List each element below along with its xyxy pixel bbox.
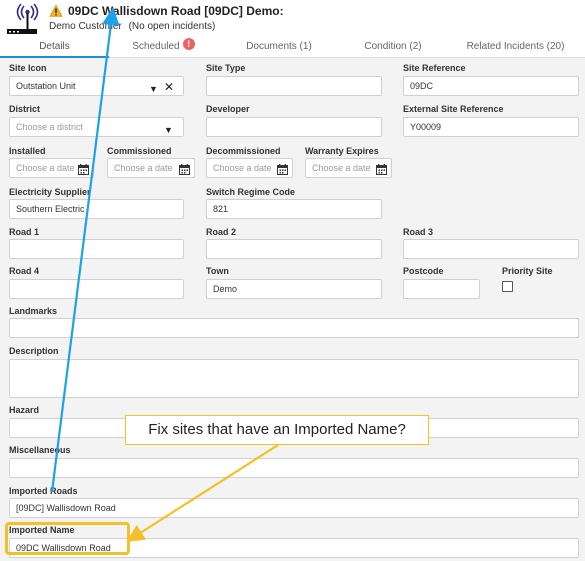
close-icon[interactable]: ✕	[164, 78, 174, 95]
external-site-reference-label: External Site Reference	[403, 104, 504, 114]
road2-field[interactable]	[206, 239, 382, 259]
decommissioned-date-field[interactable]: Choose a date	[206, 158, 293, 178]
tab-documents[interactable]: Documents (1)	[218, 38, 340, 58]
tab-condition[interactable]: Condition (2)	[340, 38, 446, 58]
warning-triangle-icon	[49, 4, 63, 18]
town-field[interactable]: Demo	[206, 279, 382, 299]
road4-field[interactable]	[9, 279, 184, 299]
chevron-down-icon[interactable]: ▼	[164, 121, 173, 136]
landmarks-label: Landmarks	[9, 306, 58, 316]
decommissioned-placeholder: Choose a date	[213, 163, 272, 173]
town-label: Town	[206, 266, 229, 276]
road4-label: Road 4	[9, 266, 40, 276]
road2-label: Road 2	[206, 227, 237, 237]
calendar-icon[interactable]	[179, 163, 190, 175]
tab-label: Condition (2)	[364, 41, 422, 52]
developer-label: Developer	[206, 104, 250, 114]
annotation-callout: Fix sites that have an Imported Name?	[125, 415, 429, 445]
landmarks-field[interactable]	[9, 318, 579, 338]
site-type-label: Site Type	[206, 63, 246, 73]
miscellaneous-label: Miscellaneous	[9, 445, 71, 455]
description-textarea[interactable]	[9, 359, 579, 398]
tab-label: Related Incidents (20)	[466, 41, 565, 52]
radio-mast-icon	[5, 3, 39, 37]
external-site-reference-field[interactable]: Y00009	[403, 117, 579, 137]
imported-roads-label: Imported Roads	[9, 486, 78, 496]
priority-site-label: Priority Site	[502, 266, 553, 276]
miscellaneous-field[interactable]	[9, 458, 579, 478]
description-label: Description	[9, 346, 59, 356]
electricity-supplier-label: Electricity Supplier	[9, 187, 91, 197]
road1-field[interactable]	[9, 239, 184, 259]
switch-regime-code-field[interactable]: 821	[206, 199, 382, 219]
chevron-down-icon[interactable]: ▼	[149, 80, 158, 95]
installed-placeholder: Choose a date	[16, 163, 75, 173]
site-header: 09DC Wallisdown Road [09DC] Demo: Demo C…	[0, 0, 585, 38]
incident-status: (No open incidents)	[128, 21, 216, 32]
developer-field[interactable]	[206, 117, 382, 137]
site-icon-value: Outstation Unit	[16, 81, 76, 91]
calendar-icon[interactable]	[376, 163, 387, 175]
switch-regime-code-label: Switch Regime Code	[206, 187, 296, 197]
tab-label: Documents (1)	[246, 41, 312, 52]
commissioned-placeholder: Choose a date	[114, 163, 173, 173]
site-icon-select[interactable]: Outstation Unit ▼ ✕	[9, 76, 184, 96]
installed-label: Installed	[9, 146, 46, 156]
commissioned-label: Commissioned	[107, 146, 172, 156]
district-select[interactable]: Choose a district ▼	[9, 117, 184, 137]
page-title: 09DC Wallisdown Road [09DC] Demo:	[68, 4, 284, 18]
alert-badge: !	[182, 38, 195, 50]
postcode-label: Postcode	[403, 266, 444, 276]
decommissioned-label: Decommissioned	[206, 146, 281, 156]
commissioned-date-field[interactable]: Choose a date	[107, 158, 195, 178]
road3-field[interactable]	[403, 239, 579, 259]
warranty-expires-placeholder: Choose a date	[312, 163, 371, 173]
site-reference-label: Site Reference	[403, 63, 466, 73]
electricity-supplier-field[interactable]: Southern Electric	[9, 199, 184, 219]
road1-label: Road 1	[9, 227, 40, 237]
calendar-icon[interactable]	[277, 163, 288, 175]
priority-site-checkbox[interactable]	[502, 281, 513, 292]
imported-name-highlight	[5, 522, 130, 555]
imported-roads-field[interactable]: [09DC] Wallisdown Road	[9, 498, 579, 518]
site-icon-label: Site Icon	[9, 63, 47, 73]
site-type-field[interactable]	[206, 76, 382, 96]
road3-label: Road 3	[403, 227, 434, 237]
installed-date-field[interactable]: Choose a date	[9, 158, 94, 178]
site-reference-field[interactable]: 09DC	[403, 76, 579, 96]
tab-label: Details	[39, 41, 70, 52]
district-label: District	[9, 104, 41, 114]
tab-label: Scheduled	[132, 41, 180, 52]
tab-bar: Details Scheduled! Documents (1) Conditi…	[0, 38, 585, 58]
postcode-field[interactable]	[403, 279, 480, 299]
customer-name: Demo Customer	[49, 21, 122, 32]
calendar-icon[interactable]	[78, 163, 89, 175]
tab-details[interactable]: Details	[0, 38, 109, 58]
tab-scheduled[interactable]: Scheduled!	[109, 38, 218, 58]
warranty-expires-label: Warranty Expires	[305, 146, 379, 156]
tab-related-incidents[interactable]: Related Incidents (20)	[446, 38, 585, 58]
warranty-expires-date-field[interactable]: Choose a date	[305, 158, 392, 178]
site-subtitle: Demo Customer (No open incidents)	[49, 21, 215, 32]
hazard-label: Hazard	[9, 405, 40, 415]
district-placeholder: Choose a district	[16, 122, 84, 132]
